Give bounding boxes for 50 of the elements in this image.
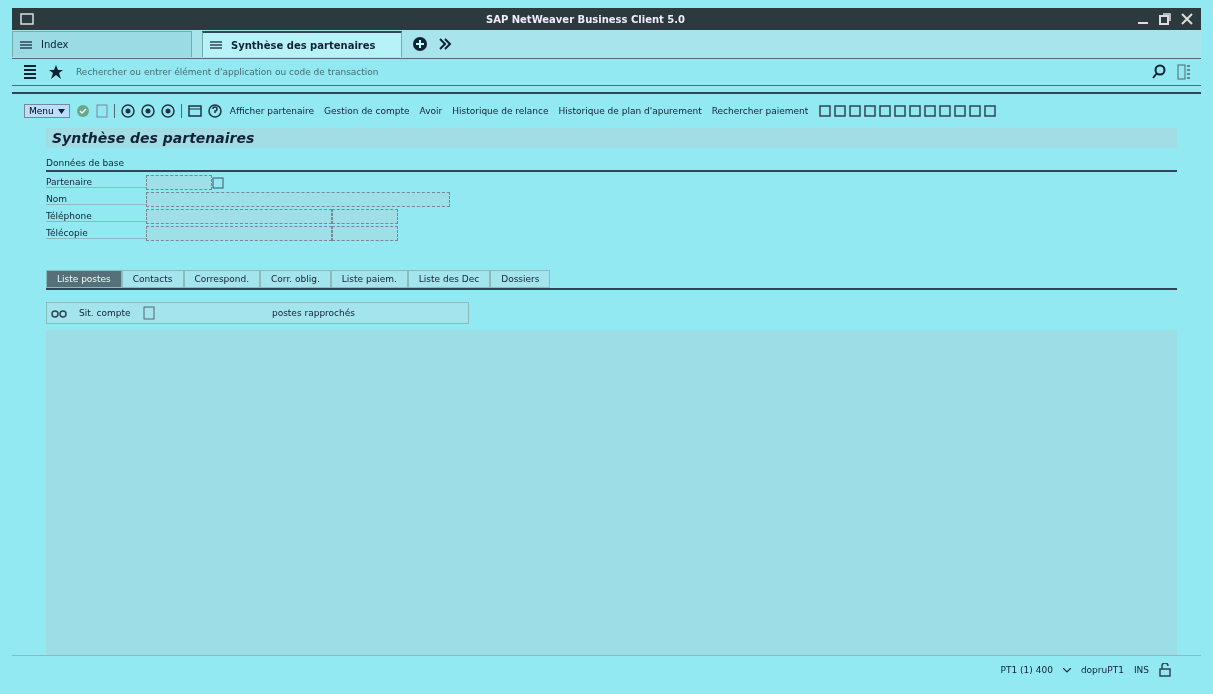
page-title: Synthèse des partenaires	[46, 128, 1177, 148]
tab[interactable]: Correspond.	[183, 270, 261, 288]
input-field[interactable]	[146, 192, 450, 207]
window-icon	[20, 13, 34, 25]
help-icon[interactable]	[207, 104, 222, 118]
account-button[interactable]: Sit. compte	[73, 307, 137, 319]
tab[interactable]: Corr. oblig.	[260, 270, 331, 288]
items-button[interactable]: postes rapprochés	[162, 308, 465, 318]
input-field[interactable]	[332, 226, 398, 241]
window-icon[interactable]	[187, 105, 202, 117]
list-icon	[19, 39, 33, 50]
input-field[interactable]	[146, 209, 332, 224]
search-field[interactable]: Rechercher ou entrer élément d'application ou code de transaction	[74, 66, 1141, 78]
window-title: SAP NetWeaver Business Client 5.0	[484, 13, 687, 25]
menu-icon[interactable]	[22, 63, 38, 81]
toolbar-button[interactable]: Historique de plan d'apurement	[556, 106, 704, 116]
lock-icon[interactable]	[1159, 663, 1171, 677]
tab[interactable]: Liste paiem.	[330, 270, 408, 288]
check-icon[interactable]	[75, 104, 90, 118]
input-field[interactable]	[146, 226, 332, 241]
tab[interactable]: Liste des Dec	[407, 270, 491, 288]
close-icon[interactable]	[1181, 13, 1193, 25]
status-user: dopruPT1	[1080, 665, 1124, 675]
toolbar-button[interactable]: Avoir	[417, 106, 445, 116]
star-icon[interactable]	[48, 64, 64, 80]
menu-button[interactable]: Menu	[24, 104, 70, 118]
restore-icon[interactable]	[1159, 13, 1171, 25]
tab[interactable]: Dossiers	[490, 270, 551, 288]
tab[interactable]: Liste postes	[46, 270, 122, 288]
status-mode: INS	[1133, 665, 1149, 675]
status-system[interactable]: PT1 (1) 400	[1000, 665, 1053, 675]
toolbar-button[interactable]: Historique de relance	[450, 106, 551, 116]
caret-icon	[57, 108, 65, 114]
more-tabs-icon[interactable]	[438, 37, 452, 51]
toolbar-button[interactable]: Rechercher paiement	[709, 106, 811, 116]
tab[interactable]: Synthèse des partenaires	[202, 31, 402, 57]
panel-icon[interactable]	[1177, 64, 1191, 80]
toolbar-button[interactable]: Gestion de compte	[322, 106, 412, 116]
value-help-icon[interactable]	[212, 176, 224, 189]
tab[interactable]: Contacts	[121, 270, 184, 288]
input-field[interactable]	[146, 175, 212, 190]
section-title: Données de base	[46, 158, 1177, 172]
toolbar-button[interactable]: Afficher partenaire	[227, 106, 317, 116]
caret-icon[interactable]	[1062, 667, 1071, 673]
add-tab-icon[interactable]	[412, 36, 428, 52]
input-field[interactable]	[332, 209, 398, 224]
glasses-icon[interactable]	[51, 307, 67, 319]
tab[interactable]: Index	[12, 31, 192, 57]
search-icon[interactable]	[1151, 64, 1167, 80]
list-icon	[209, 40, 223, 50]
